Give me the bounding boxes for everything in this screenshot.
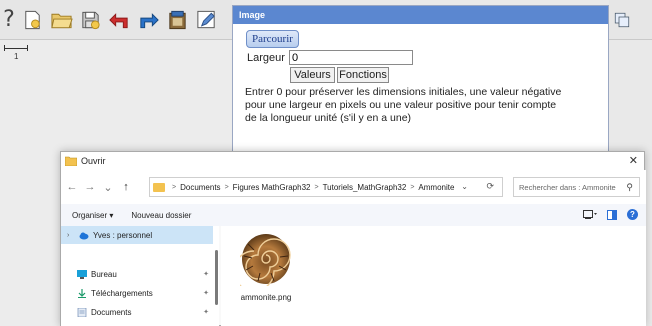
file-open-dialog: Ouvrir ✕ ← → ⌄ ↑ > Documents > Figures M… (60, 151, 646, 326)
breadcrumb-item-figures[interactable]: Figures MathGraph32 (233, 183, 311, 192)
width-field[interactable] (289, 50, 413, 65)
sidebar-item-label: Documents (91, 307, 132, 317)
sidebar-item-label: Yves : personnel (93, 230, 153, 240)
file-dialog-titlebar: Ouvrir ✕ (61, 152, 644, 170)
functions-button[interactable]: Fonctions (337, 67, 389, 83)
navigation-pane: › Yves : personnel Bureau ✦ Téléchargeme… (61, 226, 219, 326)
breadcrumb-item-documents[interactable]: Documents (180, 183, 220, 192)
width-help-text: Entrer 0 pour préserver les dimensions i… (245, 86, 562, 124)
folder-icon (65, 156, 77, 166)
new-folder-button[interactable]: Nouveau dossier (131, 211, 191, 220)
organize-button[interactable]: Organiser ▾ (72, 211, 113, 220)
book-icon[interactable] (165, 5, 190, 35)
pin-icon: ✦ (203, 290, 209, 297)
refresh-icon[interactable]: ⟳ (486, 181, 494, 192)
preview-pane-icon[interactable] (607, 209, 617, 220)
new-figure-icon[interactable] (20, 5, 45, 35)
sidebar-item-telechargements[interactable]: Téléchargements ✦ (61, 284, 213, 302)
file-name: ammonite.png (240, 293, 292, 302)
up-arrow-icon[interactable]: ↑ (119, 181, 133, 193)
back-arrow-icon[interactable]: ← (65, 181, 79, 193)
cloud-icon (79, 232, 89, 239)
browse-button[interactable]: Parcourir (246, 30, 299, 48)
values-button[interactable]: Valeurs (290, 67, 335, 83)
forward-arrow-icon[interactable]: → (83, 181, 97, 193)
sidebar-item-bureau[interactable]: Bureau ✦ (61, 265, 213, 283)
search-icon: ⚲ (626, 182, 633, 192)
search-input[interactable]: Rechercher dans : Ammonite ⚲ (513, 177, 640, 197)
breadcrumb-item-ammonite[interactable]: Ammonite (418, 183, 454, 192)
file-item[interactable]: ammonite.png (233, 230, 297, 302)
unit-length-label: 1 (14, 52, 19, 61)
breadcrumb[interactable]: > Documents > Figures MathGraph32 > Tuto… (149, 177, 503, 197)
breadcrumb-item-tutoriels[interactable]: Tutoriels_MathGraph32 (323, 183, 407, 192)
sidebar-item-label: Téléchargements (91, 288, 153, 298)
recent-locations-icon[interactable]: ⌄ (101, 181, 115, 194)
undo-arrow-icon[interactable] (107, 5, 132, 35)
chevron-down-icon[interactable]: ⌄ (461, 182, 468, 191)
documents-icon (77, 307, 87, 317)
file-list: ammonite.png (221, 226, 646, 326)
view-options-icon[interactable] (583, 209, 597, 220)
redo-arrow-icon[interactable] (136, 5, 161, 35)
open-folder-icon[interactable] (49, 5, 74, 35)
app-toolbar: ? (0, 0, 232, 40)
width-label: Largeur : (247, 52, 292, 64)
desktop-icon (77, 269, 87, 279)
copy-windows-icon[interactable] (612, 5, 632, 35)
help-icon[interactable]: ? (2, 5, 16, 35)
folder-icon (153, 182, 165, 192)
save-disk-icon[interactable] (78, 5, 103, 35)
address-bar-row: ← → ⌄ ↑ > Documents > Figures MathGraph3… (61, 170, 646, 204)
unit-length-marker: 1 (4, 45, 30, 61)
pin-icon: ✦ (203, 309, 209, 316)
help-icon[interactable]: ? (627, 209, 638, 220)
sidebar-item-label: Bureau (91, 269, 117, 279)
app-toolbar-right (609, 0, 652, 40)
sidebar-item-onedrive[interactable]: › Yves : personnel (61, 226, 213, 244)
close-icon[interactable]: ✕ (629, 154, 638, 167)
pin-icon: ✦ (203, 271, 209, 278)
search-placeholder: Rechercher dans : Ammonite (519, 182, 616, 192)
ammonite-image-icon (233, 234, 291, 292)
image-dialog-title: Image (233, 6, 608, 24)
command-bar: Organiser ▾ Nouveau dossier ? (61, 204, 646, 226)
scrollbar[interactable] (215, 250, 218, 305)
file-dialog-title: Ouvrir (81, 156, 106, 166)
download-icon (78, 288, 86, 298)
sidebar-item-documents[interactable]: Documents ✦ (61, 303, 213, 321)
pencil-icon[interactable] (194, 5, 219, 35)
